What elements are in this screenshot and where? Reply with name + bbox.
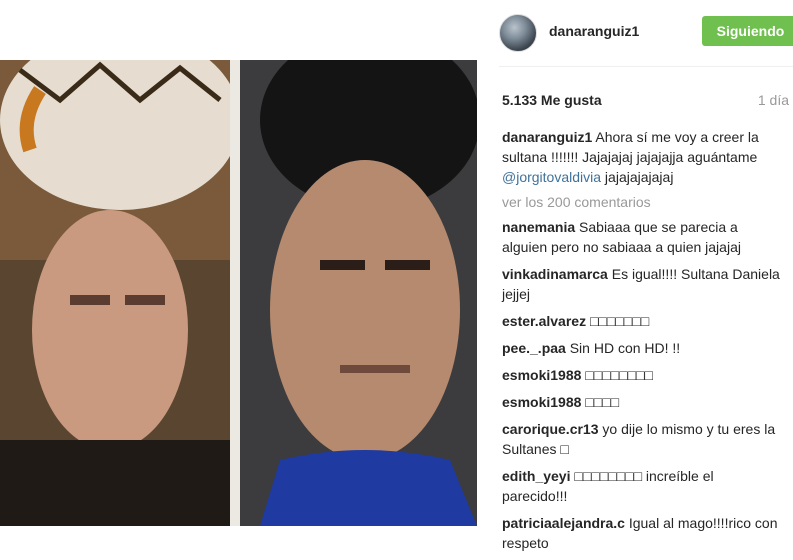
comment-item: carorique.cr13 yo dije lo mismo y tu ere… (502, 419, 782, 459)
comment-username[interactable]: nanemania (502, 219, 575, 235)
post-side-panel: danaranguiz1 Siguiendo 5.133 Me gusta 1 … (487, 0, 793, 551)
comment-username[interactable]: edith_yeyi (502, 468, 570, 484)
comment-username[interactable]: ester.alvarez (502, 313, 586, 329)
post-image[interactable] (0, 60, 477, 526)
header-divider (499, 66, 793, 67)
comments-list: danaranguiz1 Ahora sí me voy a creer la … (502, 127, 782, 560)
comment-item: ester.alvarez □□□□□□□ (502, 311, 782, 331)
post-photo-collage (0, 60, 477, 526)
comment-item: edith_yeyi □□□□□□□□ increíble el parecid… (502, 466, 782, 506)
comment-username[interactable]: vinkadinamarca (502, 266, 608, 282)
caption-mention-link[interactable]: @jorgitovaldivia (502, 169, 601, 185)
comment-text: □□□□□□□ (589, 313, 650, 329)
comment-item: esmoki1988 □□□□□□□□ (502, 365, 782, 385)
comment-text: □□□□ (585, 394, 620, 410)
author-username[interactable]: danaranguiz1 (549, 23, 639, 39)
comment-username[interactable]: pee._.paa (502, 340, 566, 356)
avatar[interactable] (499, 14, 537, 52)
comment-item: vinkadinamarca Es igual!!!! Sultana Dani… (502, 264, 782, 304)
comment-username[interactable]: esmoki1988 (502, 394, 581, 410)
likes-count[interactable]: 5.133 Me gusta (502, 92, 602, 108)
post-header: danaranguiz1 Siguiendo (499, 11, 793, 55)
following-button[interactable]: Siguiendo (702, 16, 793, 46)
view-all-comments-link[interactable]: ver los 200 comentarios (502, 192, 782, 212)
post-time[interactable]: 1 día (758, 92, 789, 108)
comment-username[interactable]: carorique.cr13 (502, 421, 599, 437)
comment-text: Sin HD con HD! !! (569, 340, 681, 356)
comment-item: esmoki1988 □□□□ (502, 392, 782, 412)
comment-username[interactable]: patriciaalejandra.c (502, 515, 625, 531)
caption-text-end: jajajajajajaj (601, 169, 674, 185)
caption-username[interactable]: danaranguiz1 (502, 129, 592, 145)
caption: danaranguiz1 Ahora sí me voy a creer la … (502, 127, 782, 187)
comment-username[interactable]: esmoki1988 (502, 367, 581, 383)
comment-item: pee._.paa Sin HD con HD! !! (502, 338, 782, 358)
comment-item: nanemania Sabiaaa que se parecia a algui… (502, 217, 782, 257)
comment-text: □□□□□□□□ (585, 367, 653, 383)
comment-item: patriciaalejandra.c Igual al mago!!!!ric… (502, 513, 782, 553)
